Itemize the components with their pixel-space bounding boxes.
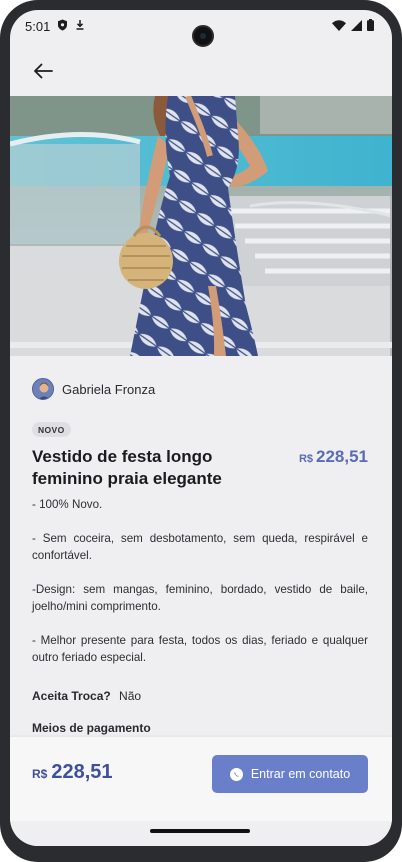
avatar <box>32 378 54 400</box>
download-icon <box>75 19 85 34</box>
bottom-bar: R$ 228,51 Entrar em contato <box>10 737 392 821</box>
seller-name: Gabriela Fronza <box>62 381 156 397</box>
description-line: -Design: sem mangas, feminino, bordado, … <box>32 583 368 613</box>
navigation-area <box>10 821 392 846</box>
exchange-label: Aceita Troca? <box>32 689 111 703</box>
product-price: R$ 228,51 <box>299 447 368 467</box>
exchange-info: Aceita Troca? Não <box>32 689 141 703</box>
product-description: - 100% Novo. - Sem coceira, sem desbotam… <box>32 496 368 666</box>
contact-button[interactable]: Entrar em contato <box>212 755 368 793</box>
signal-icon <box>351 19 362 34</box>
seller-info[interactable]: Gabriela Fronza <box>32 378 155 400</box>
product-title: Vestido de festa longo feminino praia el… <box>32 447 222 488</box>
description-line: - Sem coceira, sem desbotamento, sem que… <box>32 532 368 562</box>
battery-icon <box>367 18 374 34</box>
status-time: 5:01 <box>25 18 51 34</box>
status-right <box>332 18 374 34</box>
bottom-price-currency: R$ <box>32 767 48 781</box>
status-left: 5:01 <box>25 19 85 34</box>
bottom-price: R$ 228,51 <box>32 761 113 784</box>
description-line: - 100% Novo. <box>32 498 103 511</box>
contact-button-label: Entrar em contato <box>250 767 351 781</box>
product-image[interactable] <box>10 96 392 356</box>
shield-icon <box>57 19 68 34</box>
whatsapp-icon <box>229 767 243 781</box>
screen: 5:01 Gabriela Fronza NOVO Vestido de fes… <box>10 10 392 846</box>
arrow-left-icon <box>33 63 53 84</box>
description-line: - Melhor presente para festa, todos os d… <box>32 634 368 664</box>
product-photo <box>10 96 392 356</box>
exchange-value: Não <box>119 689 142 703</box>
front-camera <box>192 25 214 47</box>
price-value: 228,51 <box>316 447 368 466</box>
home-indicator[interactable] <box>150 829 250 833</box>
back-button[interactable] <box>28 58 58 88</box>
wifi-icon <box>332 19 346 34</box>
price-currency: R$ <box>298 453 313 465</box>
device-frame: 5:01 Gabriela Fronza NOVO Vestido de fes… <box>0 0 402 862</box>
condition-badge: NOVO <box>32 422 71 437</box>
payment-methods-title: Meios de pagamento <box>32 721 151 735</box>
top-bar <box>10 50 392 96</box>
bottom-price-value: 228,51 <box>51 761 113 783</box>
